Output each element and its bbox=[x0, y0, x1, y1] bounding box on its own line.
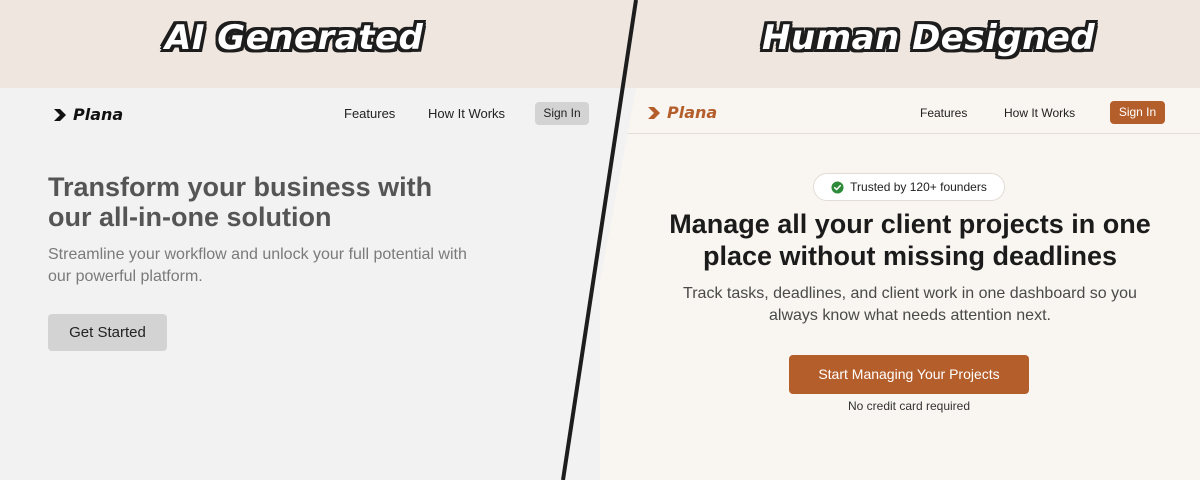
trust-badge-text: Trusted by 120+ founders bbox=[850, 180, 987, 194]
get-started-button[interactable]: Get Started bbox=[48, 314, 167, 351]
header-divider bbox=[600, 133, 1200, 134]
ai-generated-landing: Plana Features How It Works Sign In Tran… bbox=[0, 88, 640, 480]
no-credit-card-note: No credit card required bbox=[847, 399, 971, 413]
trust-badge: Trusted by 120+ founders bbox=[813, 173, 1005, 201]
logo-text: Plana bbox=[667, 103, 718, 122]
logo[interactable]: Plana bbox=[53, 105, 123, 124]
banner-title-human-designed: Human Designed bbox=[762, 18, 1096, 58]
sign-in-button[interactable]: Sign In bbox=[535, 102, 589, 125]
human-designed-landing: Plana Features How It Works Sign In Trus… bbox=[600, 88, 1200, 480]
logo[interactable]: Plana bbox=[647, 103, 717, 122]
start-managing-projects-button[interactable]: Start Managing Your Projects bbox=[789, 355, 1029, 394]
hero-subheadline: Streamline your workflow and unlock your… bbox=[48, 246, 467, 285]
nav-link-features[interactable]: Features bbox=[920, 102, 967, 124]
nav-link-features[interactable]: Features bbox=[344, 103, 395, 125]
banner-title-ai-generated: AI Generated bbox=[165, 18, 424, 58]
check-circle-icon bbox=[831, 180, 844, 194]
hero-headline: Transform your business with our all-in-… bbox=[48, 172, 433, 232]
chevron-right-icon bbox=[648, 106, 660, 119]
nav-link-how-it-works[interactable]: How It Works bbox=[428, 103, 505, 125]
logo-text: Plana bbox=[73, 105, 124, 124]
hero-subheadline: Track tasks, deadlines, and client work … bbox=[683, 285, 1137, 324]
sign-in-button[interactable]: Sign In bbox=[1110, 101, 1165, 124]
hero-headline: Manage all your client projects in one p… bbox=[669, 209, 1151, 271]
comparison-banner: AI Generated Human Designed bbox=[0, 0, 1200, 88]
chevron-right-icon bbox=[54, 108, 66, 121]
nav-link-how-it-works[interactable]: How It Works bbox=[1004, 102, 1075, 124]
